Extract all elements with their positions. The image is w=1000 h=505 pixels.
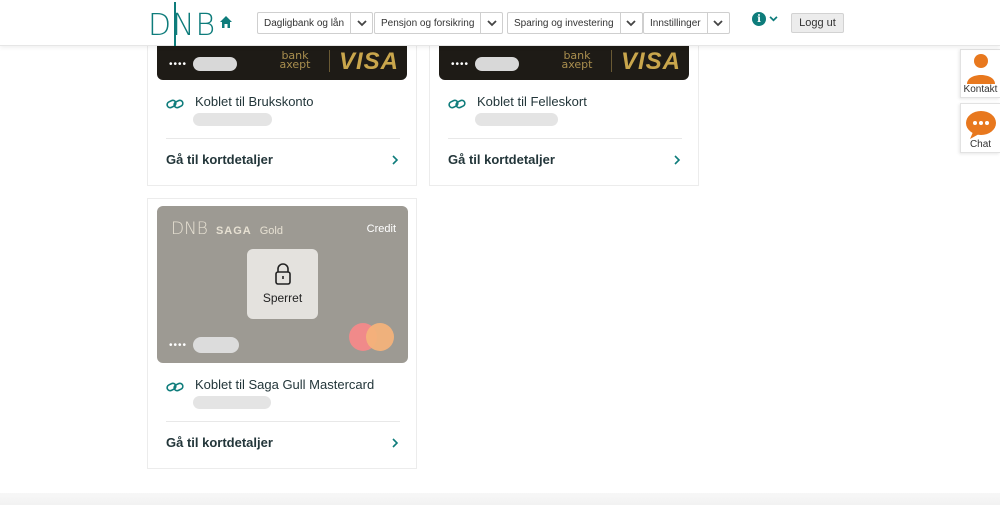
linked-account: Koblet til Brukskonto <box>166 94 314 110</box>
logo-bar <box>174 2 176 46</box>
blocked-status-text: Sperret <box>262 291 303 305</box>
nav-innstillinger[interactable]: Innstillinger <box>643 12 730 34</box>
mastercard-logo-icon <box>349 323 394 351</box>
saga-product-name: SAGA <box>215 225 252 237</box>
nav-innstillinger-label: Innstillinger <box>650 17 701 29</box>
contact-button[interactable]: Kontakt <box>960 49 1000 98</box>
saga-logo: DNB SAGA Gold <box>171 219 283 239</box>
hidden-digits <box>193 57 238 71</box>
hidden-digits <box>193 337 240 353</box>
card-kind: Credit <box>366 223 396 235</box>
masked-card-number: •••• <box>169 337 240 353</box>
dnb-logo[interactable]: DNB <box>148 8 216 43</box>
home-icon[interactable] <box>218 14 234 30</box>
account-number-placeholder <box>475 113 558 126</box>
card-details-link-text: Gå til kortdetaljer <box>166 152 273 167</box>
chevron-down-icon[interactable] <box>480 13 502 33</box>
divider <box>166 421 400 422</box>
chevron-down-icon[interactable] <box>706 13 729 33</box>
divider <box>448 138 682 139</box>
contact-label: Kontakt <box>963 84 998 95</box>
blocked-overlay: Sperret <box>247 249 318 319</box>
saga-tier: Gold <box>259 225 283 237</box>
lock-icon <box>274 263 291 285</box>
card-tile: •••• bank axept VISA Koblet til Brukskon… <box>147 30 417 186</box>
person-icon <box>966 54 995 84</box>
visa-logo: VISA <box>339 48 400 75</box>
nav-pensjon[interactable]: Pensjon og forsikring <box>374 12 504 34</box>
credit-card-image[interactable]: DNB SAGA Gold Credit Sperret •••• <box>157 206 408 363</box>
page-footer-edge <box>0 493 1000 505</box>
top-header: DNB Dagligbank og lån Pensjon og forsikr… <box>0 0 1000 46</box>
card-details-link-text: Gå til kortdetaljer <box>448 152 555 167</box>
visa-logo: VISA <box>621 48 682 75</box>
linked-account-text: Koblet til Felleskort <box>477 94 587 109</box>
chevron-down-icon[interactable] <box>619 13 642 33</box>
card-number-dots: •••• <box>169 58 188 70</box>
logo-text: DNB <box>148 8 217 43</box>
card-dnb-logo: DNB <box>171 219 208 239</box>
logout-button[interactable]: Logg ut <box>791 13 844 33</box>
card-tile: DNB SAGA Gold Credit Sperret •••• Koblet… <box>147 198 417 469</box>
card-number-dots: •••• <box>169 339 188 351</box>
chevron-right-icon <box>392 437 399 448</box>
logo-separator <box>329 50 330 72</box>
card-details-link-text: Gå til kortdetaljer <box>166 435 273 450</box>
card-details-link[interactable]: Gå til kortdetaljer <box>166 152 400 167</box>
linked-account: Koblet til Felleskort <box>448 94 587 110</box>
card-details-link[interactable]: Gå til kortdetaljer <box>166 435 400 450</box>
info-icon: i <box>752 12 766 26</box>
nav-sparing[interactable]: Sparing og investering <box>507 12 643 34</box>
linked-account: Koblet til Saga Gull Mastercard <box>166 377 374 393</box>
chat-bubble-icon <box>965 111 996 139</box>
masked-card-number: •••• <box>451 57 520 71</box>
chevron-right-icon <box>674 154 681 165</box>
info-menu-button[interactable]: i <box>752 12 778 26</box>
linked-account-text: Koblet til Brukskonto <box>195 94 314 109</box>
nav-sparing-label: Sparing og investering <box>514 17 614 29</box>
card-number-dots: •••• <box>451 58 470 70</box>
chevron-down-icon <box>769 16 778 22</box>
divider <box>166 138 400 139</box>
account-number-placeholder <box>193 396 271 409</box>
nav-dagligbank-label: Dagligbank og lån <box>264 17 345 29</box>
account-number-placeholder <box>193 113 272 126</box>
masked-card-number: •••• <box>169 57 238 71</box>
chat-label: Chat <box>969 139 992 150</box>
logo-separator <box>611 50 612 72</box>
bankaxept-logo: bank axept <box>561 49 593 71</box>
link-icon <box>166 382 184 392</box>
chevron-right-icon <box>392 154 399 165</box>
chat-button[interactable]: Chat <box>960 103 1000 153</box>
card-tile: •••• bank axept VISA Koblet til Fellesko… <box>429 30 699 186</box>
card-details-link[interactable]: Gå til kortdetaljer <box>448 152 682 167</box>
link-icon <box>448 99 466 109</box>
nav-pensjon-label: Pensjon og forsikring <box>381 17 475 29</box>
chevron-down-icon[interactable] <box>350 13 372 33</box>
linked-account-text: Koblet til Saga Gull Mastercard <box>195 377 375 392</box>
nav-dagligbank[interactable]: Dagligbank og lån <box>257 12 374 34</box>
link-icon <box>166 99 184 109</box>
hidden-digits <box>475 57 520 71</box>
bankaxept-logo: bank axept <box>279 49 311 71</box>
